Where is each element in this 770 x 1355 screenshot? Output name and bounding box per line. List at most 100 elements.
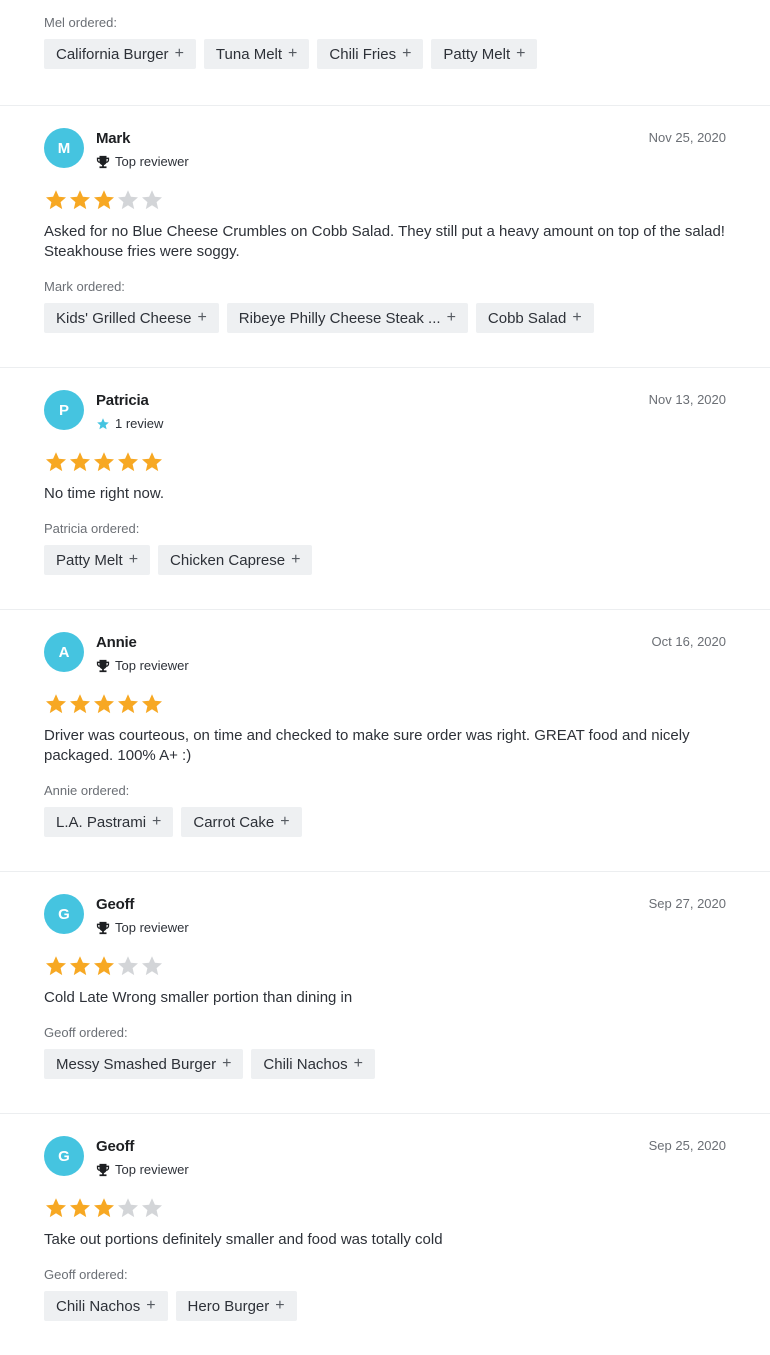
order-item-chip[interactable]: California Burger + xyxy=(44,39,196,69)
review-header: G Geoff Top reviewer Sep 27, 2020 xyxy=(44,894,726,944)
order-item-chip[interactable]: Patty Melt + xyxy=(431,39,538,69)
order-item-chip[interactable]: Messy Smashed Burger + xyxy=(44,1049,244,1079)
add-icon[interactable]: + xyxy=(516,45,525,63)
reviewer-name[interactable]: Patricia xyxy=(96,392,149,409)
add-icon[interactable]: + xyxy=(447,309,456,327)
star-rating xyxy=(44,188,726,214)
ordered-label: Geoff ordered: xyxy=(44,1267,128,1282)
badge-label: 1 review xyxy=(115,416,164,431)
order-item-label: Hero Burger xyxy=(187,1297,270,1315)
star-rating xyxy=(44,450,726,476)
order-item-chip[interactable]: Ribeye Philly Cheese Steak ... + xyxy=(226,303,468,333)
order-item-chip[interactable]: Chili Nachos + xyxy=(251,1049,375,1079)
star-filled-icon xyxy=(70,694,90,714)
star-empty-icon xyxy=(118,1198,138,1218)
order-item-label: Patty Melt xyxy=(443,45,511,63)
add-icon[interactable]: + xyxy=(222,1055,231,1073)
review-header: M Mark Top reviewer Nov 25, 2020 xyxy=(44,128,726,178)
order-item-label: Messy Smashed Burger xyxy=(56,1055,217,1073)
trophy-icon xyxy=(96,659,110,672)
order-item-label: Ribeye Philly Cheese Steak ... xyxy=(238,309,441,327)
order-item-chip[interactable]: Cobb Salad + xyxy=(475,303,594,333)
order-item-label: L.A. Pastrami xyxy=(56,813,147,831)
ordered-items: L.A. Pastrami + Carrot Cake + xyxy=(44,807,726,837)
card-spacer xyxy=(44,333,726,367)
star-filled-icon xyxy=(70,1198,90,1218)
star-filled-icon xyxy=(94,452,114,472)
star-filled-icon xyxy=(46,956,66,976)
add-icon[interactable]: + xyxy=(354,1055,363,1073)
order-item-chip[interactable]: Patty Melt + xyxy=(44,545,151,575)
add-icon[interactable]: + xyxy=(275,1297,284,1315)
review-card: G Geoff Top reviewer Sep 27, 2020 Cold Late … xyxy=(0,871,770,1113)
review-text: Take out portions definitely smaller and… xyxy=(44,1231,443,1248)
trophy-icon xyxy=(96,155,110,168)
avatar[interactable]: G xyxy=(44,894,84,934)
trophy-icon xyxy=(96,921,110,934)
order-item-label: Patty Melt xyxy=(56,551,123,569)
ordered-items: Kids' Grilled Cheese + Ribeye Philly Chees… xyxy=(44,303,726,333)
order-item-chip[interactable]: Kids' Grilled Cheese + xyxy=(44,303,219,333)
star-filled-icon xyxy=(142,694,162,714)
avatar[interactable]: G xyxy=(44,1136,84,1176)
star-empty-icon xyxy=(118,956,138,976)
star-filled-icon xyxy=(70,190,90,210)
badge-label: Top reviewer xyxy=(115,658,189,673)
star-rating xyxy=(44,954,726,980)
review-card: P Patricia 1 review Nov 13, 2020 No time rig… xyxy=(0,367,770,609)
review-text: Asked for no Blue Cheese Crumbles on Cob… xyxy=(44,223,725,260)
add-icon[interactable]: + xyxy=(288,45,297,63)
review-date: Sep 25, 2020 xyxy=(648,1138,726,1153)
reviews-feed: Mel ordered: California Burger + Tuna Melt… xyxy=(0,0,770,1355)
star-filled-icon xyxy=(46,694,66,714)
review-card: G Geoff Top reviewer Sep 25, 2020 Take out p… xyxy=(0,1113,770,1355)
add-icon[interactable]: + xyxy=(197,309,206,327)
review-card: M Mark Top reviewer Nov 25, 2020 Asked for n… xyxy=(0,105,770,367)
badge-label: Top reviewer xyxy=(115,1162,189,1177)
order-item-chip[interactable]: Chili Nachos + xyxy=(44,1291,168,1321)
ordered-items: Patty Melt + Chicken Caprese + xyxy=(44,545,726,575)
add-icon[interactable]: + xyxy=(175,45,184,63)
star-empty-icon xyxy=(142,956,162,976)
card-spacer xyxy=(44,837,726,871)
order-item-chip[interactable]: Chicken Caprese + xyxy=(158,545,313,575)
avatar[interactable]: M xyxy=(44,128,84,168)
ordered-label: Mel ordered: xyxy=(44,15,117,30)
add-icon[interactable]: + xyxy=(146,1297,155,1315)
order-item-label: Carrot Cake xyxy=(193,813,275,831)
reviewer-badge: Top reviewer xyxy=(96,920,189,935)
card-spacer xyxy=(44,1079,726,1113)
add-icon[interactable]: + xyxy=(129,551,138,569)
add-icon[interactable]: + xyxy=(572,309,581,327)
add-icon[interactable]: + xyxy=(280,813,289,831)
reviewer-badge: Top reviewer xyxy=(96,658,189,673)
card-spacer xyxy=(44,575,726,609)
order-item-chip[interactable]: Tuna Melt + xyxy=(203,39,310,69)
star-filled-icon xyxy=(46,190,66,210)
star-filled-icon xyxy=(94,694,114,714)
star-rating xyxy=(44,1196,726,1222)
add-icon[interactable]: + xyxy=(152,813,161,831)
star-empty-icon xyxy=(142,1198,162,1218)
order-item-chip[interactable]: Hero Burger + xyxy=(175,1291,297,1321)
order-item-label: California Burger xyxy=(56,45,169,63)
ordered-items: Chili Nachos + Hero Burger + xyxy=(44,1291,726,1321)
card-spacer xyxy=(44,1321,726,1355)
order-item-chip[interactable]: Carrot Cake + xyxy=(181,807,302,837)
order-item-chip[interactable]: Chili Fries + xyxy=(317,39,424,69)
avatar[interactable]: P xyxy=(44,390,84,430)
order-item-chip[interactable]: L.A. Pastrami + xyxy=(44,807,174,837)
reviewer-badge: Top reviewer xyxy=(96,154,189,169)
avatar[interactable]: A xyxy=(44,632,84,672)
reviewer-name[interactable]: Geoff xyxy=(96,1138,134,1155)
reviewer-name[interactable]: Mark xyxy=(96,130,130,147)
add-icon[interactable]: + xyxy=(291,551,300,569)
review-card: A Annie Top reviewer Oct 16, 2020 Driver was… xyxy=(0,609,770,871)
star-empty-icon xyxy=(118,190,138,210)
reviewer-badge: Top reviewer xyxy=(96,1162,189,1177)
reviewer-name[interactable]: Geoff xyxy=(96,896,134,913)
reviewer-name[interactable]: Annie xyxy=(96,634,137,651)
review-date: Oct 16, 2020 xyxy=(651,634,726,649)
add-icon[interactable]: + xyxy=(402,45,411,63)
star-filled-icon xyxy=(118,694,138,714)
